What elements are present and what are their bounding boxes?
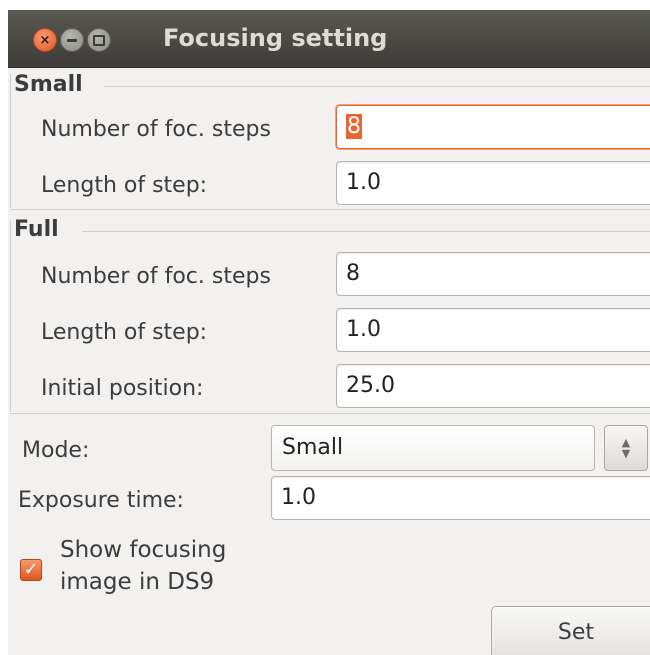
full-frame-left-border	[10, 220, 11, 412]
full-length-input[interactable]: 1.0	[336, 308, 650, 352]
small-section-label: Small	[14, 72, 85, 97]
exposure-input[interactable]: 1.0	[271, 476, 650, 520]
small-frame-left-border	[10, 74, 11, 208]
minimize-icon[interactable]	[60, 28, 84, 52]
chevron-down-icon: ▼	[621, 447, 631, 460]
maximize-icon[interactable]	[87, 28, 111, 52]
focusing-setting-window: × Focusing setting Small Number of foc. …	[8, 10, 650, 655]
small-steps-label: Number of foc. steps	[41, 117, 271, 142]
exposure-label: Exposure time:	[18, 488, 184, 513]
full-initial-input[interactable]: 25.0	[336, 364, 650, 408]
full-initial-label: Initial position:	[41, 376, 204, 401]
title-bar[interactable]: × Focusing setting	[8, 10, 650, 68]
mode-select[interactable]: Small	[271, 425, 595, 471]
ds9-checkbox[interactable]: ✓	[20, 559, 42, 581]
small-length-input[interactable]: 1.0	[336, 161, 650, 205]
small-frame-border	[104, 86, 650, 87]
close-icon[interactable]: ×	[33, 28, 57, 52]
full-steps-label: Number of foc. steps	[41, 264, 271, 289]
set-button[interactable]: Set	[491, 606, 650, 655]
checkmark-icon: ✓	[23, 559, 39, 580]
full-length-label: Length of step:	[41, 320, 208, 345]
mode-spin-button[interactable]: ▲ ▼	[604, 425, 648, 471]
small-length-label: Length of step:	[41, 173, 208, 198]
ds9-checkbox-label[interactable]: Show focusing image in DS9	[60, 534, 280, 598]
window-title: Focusing setting	[163, 24, 388, 52]
full-section-label: Full	[14, 217, 61, 242]
small-frame-bottom	[10, 209, 650, 210]
full-steps-input[interactable]: 8	[336, 252, 650, 296]
small-steps-input[interactable]: 8	[336, 105, 650, 149]
full-frame-bottom	[10, 413, 650, 414]
full-frame-border	[82, 231, 650, 232]
mode-label: Mode:	[22, 438, 90, 463]
